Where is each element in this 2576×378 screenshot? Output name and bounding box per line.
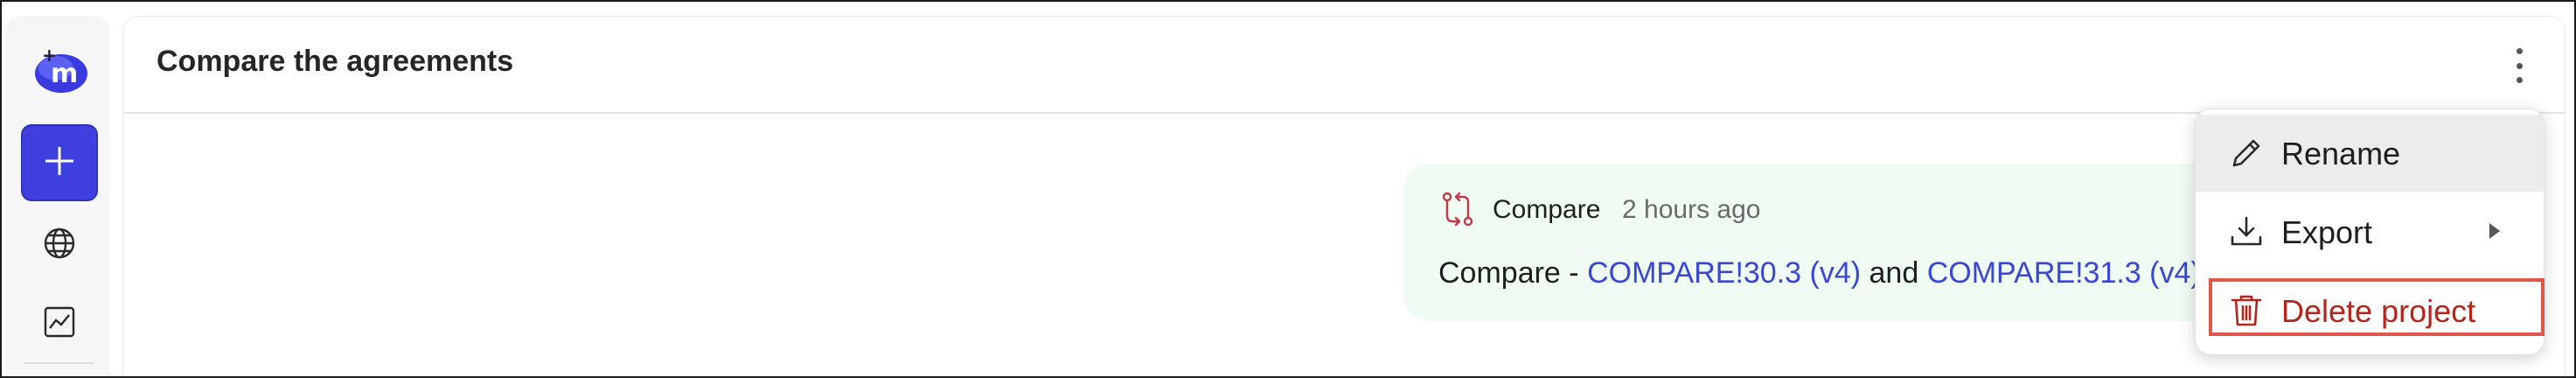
- sidebar: m +: [5, 16, 110, 376]
- message-text: Compare - COMPARE!30.3 (v4) and COMPARE!…: [1438, 256, 2201, 290]
- menu-item-export[interactable]: Export: [2196, 193, 2544, 270]
- document-link-2[interactable]: COMPARE!31.3 (v4): [1927, 256, 2201, 290]
- svg-text:+: +: [42, 45, 57, 66]
- plus-icon: [42, 144, 77, 183]
- kebab-icon-dot: [2516, 77, 2523, 83]
- compare-arrows-icon: [1438, 190, 1477, 228]
- sidebar-item-analytics[interactable]: [40, 304, 79, 343]
- options-menu: Rename Export Delete project: [2195, 108, 2545, 355]
- sidebar-item-globe[interactable]: [40, 226, 79, 264]
- caret-right-icon: [2489, 223, 2500, 239]
- menu-item-delete-project[interactable]: Delete project: [2196, 272, 2544, 349]
- message-connector: and: [1861, 256, 1927, 290]
- page-title: Compare the agreements: [157, 45, 514, 78]
- trash-icon: [2227, 291, 2266, 330]
- menu-item-label: Rename: [2281, 136, 2401, 172]
- more-options-button[interactable]: [2502, 45, 2537, 87]
- new-button[interactable]: [21, 124, 98, 201]
- message-card: Compare 2 hours ago Compare - COMPARE!30…: [1403, 164, 2267, 321]
- menu-item-rename[interactable]: Rename: [2196, 115, 2544, 192]
- message-prefix: Compare -: [1438, 256, 1588, 290]
- m-logo[interactable]: m +: [31, 42, 87, 98]
- menu-item-label: Delete project: [2281, 293, 2476, 329]
- globe-icon: [42, 226, 77, 265]
- sidebar-divider: [24, 362, 94, 364]
- app-window: m + Compare the agreements Compare 2 hou…: [0, 0, 2576, 378]
- document-link-1[interactable]: COMPARE!30.3 (v4): [1587, 256, 1861, 290]
- message-time: 2 hours ago: [1622, 195, 1761, 224]
- kebab-icon-dot: [2516, 62, 2523, 69]
- pencil-icon: [2227, 134, 2266, 172]
- download-icon: [2227, 213, 2266, 251]
- message-type: Compare: [1493, 195, 1601, 224]
- chart-icon: [42, 304, 77, 344]
- menu-item-label: Export: [2281, 214, 2373, 250]
- kebab-icon-dot: [2516, 48, 2523, 54]
